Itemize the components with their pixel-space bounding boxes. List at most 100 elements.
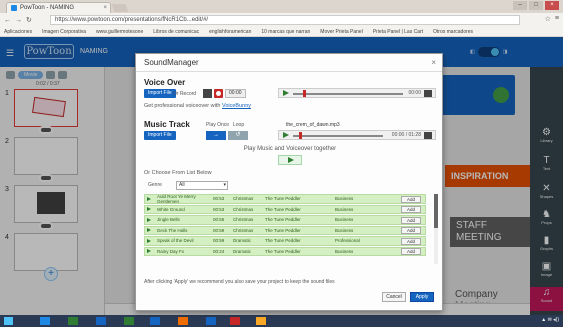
powerpoint-icon[interactable]: [230, 317, 240, 325]
voiceover-scrub-knob[interactable]: [303, 90, 306, 97]
voicebunny-link[interactable]: VoiceBunny: [222, 103, 251, 109]
track-genre: Christmas: [233, 196, 254, 202]
bookmark-item[interactable]: Prieta Panel | Las Cart: [373, 29, 423, 35]
add-track-button[interactable]: Add: [401, 216, 421, 224]
stop-record-icon[interactable]: [203, 89, 212, 98]
track-row[interactable]: Rainy Day Fx 00:24 Dramatic The Tune Ped…: [144, 246, 426, 256]
tab-close-icon[interactable]: ×: [103, 5, 107, 11]
track-list-scrollbar[interactable]: [434, 194, 438, 264]
track-title: Rainy Day Fx: [157, 248, 185, 254]
word-icon-3[interactable]: [206, 317, 216, 325]
play-once-arrow-icon[interactable]: →: [206, 131, 226, 140]
add-track-button[interactable]: Add: [401, 206, 421, 213]
system-tray: ▲ ✉ ◂)): [541, 317, 559, 323]
bookmark-item[interactable]: Mover Prieta Panel: [320, 29, 363, 35]
voiceover-track[interactable]: [293, 93, 403, 95]
music-filename: the_crem_of_dawn.mp3: [286, 122, 340, 128]
track-row[interactable]: Auld Root Ye Merry Gentlemen 00:53 Chris…: [144, 194, 426, 204]
track-artist: The Tune Peddler: [265, 238, 301, 244]
music-import-button[interactable]: Import File: [144, 131, 176, 140]
add-track-button[interactable]: Add: [401, 237, 421, 245]
url-input[interactable]: https://www.powtoon.com/presentations/fN…: [50, 15, 520, 25]
track-time: 00:53: [213, 206, 225, 212]
word-icon-2[interactable]: [150, 317, 160, 325]
choose-list-label: Or Choose From List Below: [144, 170, 212, 176]
voiceover-player: 00:00: [278, 88, 436, 98]
window-controls: – □ ×: [513, 1, 559, 10]
track-style: Professional: [335, 238, 360, 244]
browser-tab-title: PowToon - NAMING: [20, 5, 75, 11]
music-track-bar[interactable]: [293, 135, 383, 137]
browser-tab[interactable]: PowToon - NAMING ×: [6, 2, 111, 13]
track-row[interactable]: Jingle Bells 00:55 Christmas The Tune Pe…: [144, 215, 426, 225]
voicebunny-promo: Get professional voiceover with VoiceBun…: [144, 103, 251, 109]
url-text: https://www.powtoon.com/presentations/fN…: [55, 17, 209, 23]
bookmark-item[interactable]: Imagen Corporativa: [42, 29, 86, 35]
bookmark-item[interactable]: englishforamerican: [209, 29, 251, 35]
ie-icon[interactable]: [40, 317, 50, 325]
apply-footnote: After clicking 'Apply' we recommend you …: [144, 279, 335, 285]
bookmark-item[interactable]: www.guillermotesone: [96, 29, 143, 35]
track-artist: The Tune Peddler: [265, 206, 301, 212]
genre-value: All: [179, 182, 185, 188]
voiceover-import-button[interactable]: Import File: [144, 89, 176, 98]
genre-select[interactable]: All ▾: [176, 181, 228, 190]
track-play-icon[interactable]: [145, 227, 153, 235]
track-genre: Dramatic: [233, 248, 252, 254]
forward-icon[interactable]: →: [15, 17, 22, 24]
browser-menu-icon[interactable]: ≡: [555, 15, 559, 23]
music-scrub-knob[interactable]: [299, 132, 302, 139]
music-time: 00:00 / 01:28: [391, 132, 421, 138]
add-track-button[interactable]: Add: [401, 195, 421, 203]
track-artist: The Tune Peddler: [265, 217, 301, 223]
voiceover-play-icon[interactable]: [283, 90, 289, 96]
bookmark-item[interactable]: Aplicaciones: [4, 29, 32, 35]
chrome-icon[interactable]: [256, 317, 266, 325]
music-play-icon[interactable]: [283, 132, 289, 138]
track-row[interactable]: White Ground 00:53 Christmas The Tune Pe…: [144, 204, 426, 214]
new-tab-button[interactable]: [111, 4, 129, 12]
reload-icon[interactable]: ↻: [26, 16, 32, 24]
music-volume-icon[interactable]: [424, 132, 432, 139]
track-time: 00:55: [213, 217, 225, 223]
track-play-icon[interactable]: [145, 195, 153, 203]
cancel-button[interactable]: Cancel: [382, 292, 406, 302]
track-time: 00:59: [213, 227, 225, 233]
track-play-icon[interactable]: [145, 237, 153, 245]
bookmark-item[interactable]: Otros marcadores: [433, 29, 473, 35]
bookmark-item[interactable]: Libros de comunicac: [153, 29, 199, 35]
track-play-icon[interactable]: [145, 216, 153, 224]
word-icon[interactable]: [96, 317, 106, 325]
track-time: 00:53: [213, 196, 225, 202]
back-icon[interactable]: ←: [4, 17, 11, 24]
bookmarks-bar: Aplicaciones Imagen Corporativa www.guil…: [0, 27, 563, 37]
voiceover-volume-icon[interactable]: [424, 90, 432, 97]
start-icon[interactable]: [4, 317, 13, 325]
chevron-down-icon: ▾: [223, 182, 226, 188]
play-together-button[interactable]: [278, 155, 302, 165]
maximize-icon[interactable]: □: [529, 1, 543, 10]
dialog-title: SoundManager: [136, 54, 442, 72]
track-time: 00:59: [213, 238, 225, 244]
apply-button[interactable]: Apply: [410, 292, 434, 302]
record-button-icon[interactable]: [214, 89, 223, 98]
window-close-icon[interactable]: ×: [545, 1, 559, 10]
add-track-button[interactable]: Add: [401, 227, 421, 234]
powtoon-favicon-icon: [11, 5, 17, 11]
loop-icon[interactable]: ↺: [228, 131, 248, 140]
play-together-label: Play Music and Voiceover together: [243, 146, 337, 152]
track-row[interactable]: Speak of the Devil 00:59 Dramatic The Tu…: [144, 236, 426, 246]
excel-icon-2[interactable]: [124, 317, 134, 325]
minimize-icon[interactable]: –: [513, 1, 527, 10]
track-artist: The Tune Peddler: [265, 248, 301, 254]
dialog-close-icon[interactable]: ×: [431, 58, 436, 67]
add-track-button[interactable]: Add: [401, 248, 421, 255]
app-icon[interactable]: [178, 317, 188, 325]
bookmark-star-icon[interactable]: ☆: [545, 15, 551, 23]
track-play-icon[interactable]: [145, 206, 153, 214]
excel-icon[interactable]: [68, 317, 78, 325]
bookmark-item[interactable]: 10 marcas que narran: [261, 29, 310, 35]
track-row[interactable]: Deck The Halls 00:59 Christmas The Tune …: [144, 225, 426, 235]
track-play-icon[interactable]: [145, 248, 153, 256]
track-genre: Christmas: [233, 206, 254, 212]
